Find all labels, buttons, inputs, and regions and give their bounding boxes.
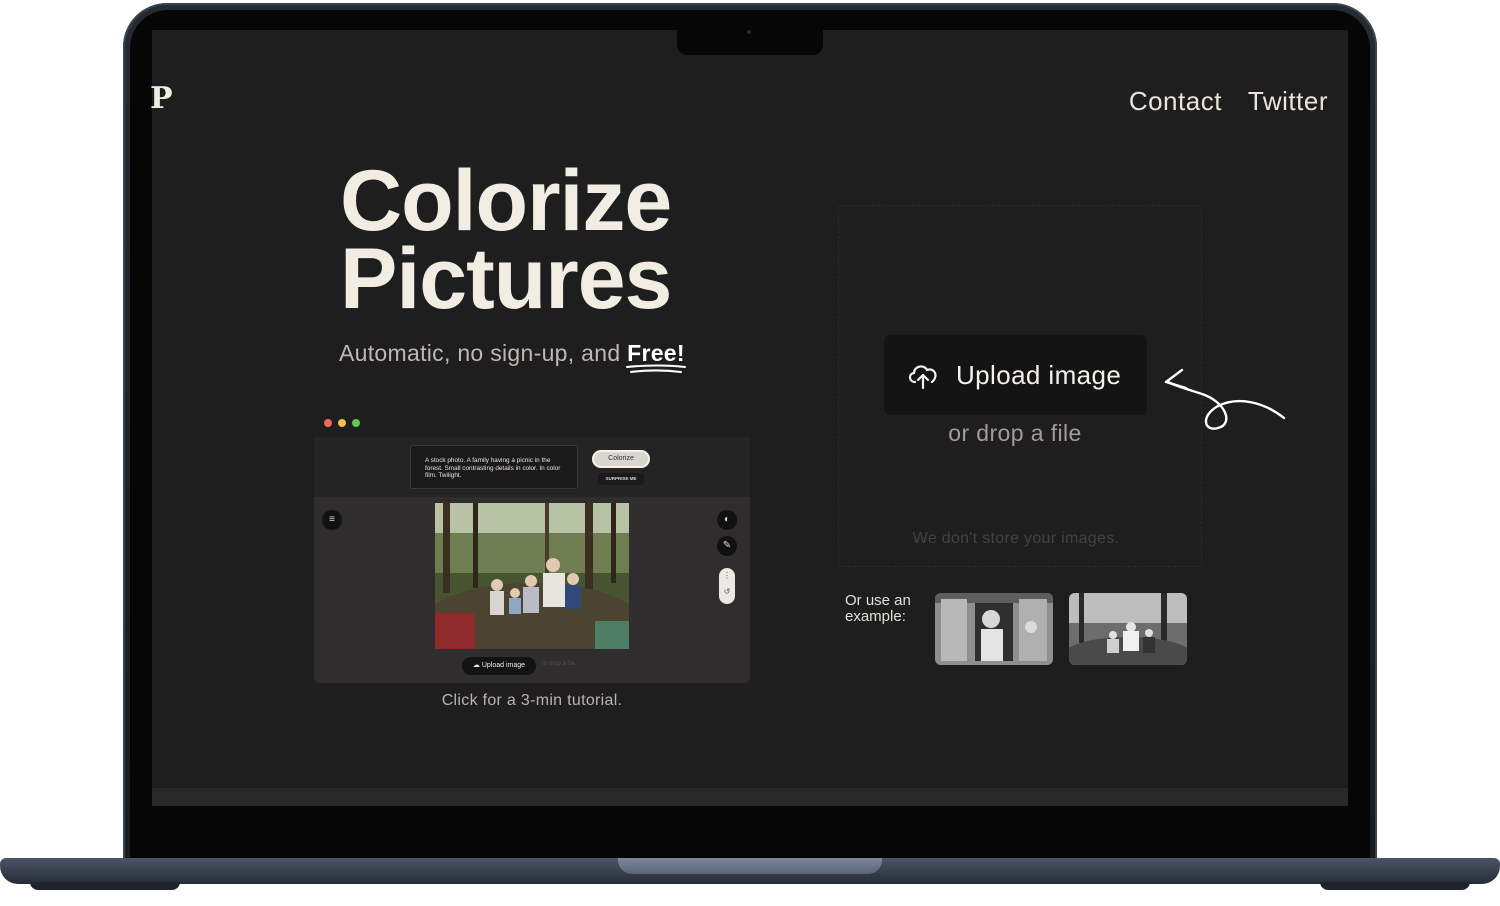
example-image-2-graphic xyxy=(1069,593,1187,665)
tutorial-drop-text: or drop a file xyxy=(542,661,576,667)
upload-image-button[interactable]: Upload image xyxy=(884,335,1147,415)
tutorial-caption[interactable]: Click for a 3-min tutorial. xyxy=(314,692,750,710)
palette-icon[interactable]: ◐ xyxy=(717,510,737,530)
laptop-foot-right xyxy=(1320,882,1470,890)
top-nav: Contact Twitter xyxy=(1129,86,1328,117)
tutorial-colorize-button[interactable]: Colorize xyxy=(592,450,650,468)
tutorial-prompt-box[interactable]: A stock photo. A family having a picnic … xyxy=(410,445,578,489)
screen-bottom-strip xyxy=(152,788,1348,806)
window-zoom-dot xyxy=(352,419,360,427)
undo-icon[interactable]: ⋮ ↺ xyxy=(719,568,735,604)
hero-title: Colorize Pictures xyxy=(340,153,760,327)
upload-image-label: Upload image xyxy=(956,359,1122,390)
hero-title-line-2: Pictures xyxy=(340,231,672,327)
tutorial-surprise-button[interactable]: SURPRISE ME xyxy=(598,473,644,485)
menu-icon[interactable]: ≡ xyxy=(322,510,342,530)
camera-icon xyxy=(747,30,751,34)
picnic-photo-image xyxy=(435,503,629,649)
hero-subtitle-free: Free! xyxy=(626,340,687,373)
example-image-1-graphic xyxy=(935,593,1053,665)
cloud-upload-icon xyxy=(908,365,937,390)
window-close-dot xyxy=(324,419,332,427)
nav-contact-link[interactable]: Contact xyxy=(1129,86,1222,117)
pencil-icon[interactable]: ✎ xyxy=(717,536,737,556)
hero-subtitle-text: Automatic, no sign-up, and xyxy=(339,340,628,366)
scribble-underline-icon xyxy=(626,364,687,373)
laptop-foot-left xyxy=(30,882,180,890)
laptop-hinge-groove xyxy=(618,858,882,874)
hero-subtitle: Automatic, no sign-up, and Free! xyxy=(339,340,687,373)
examples-label: Or use an example: xyxy=(845,592,911,625)
nav-twitter-link[interactable]: Twitter xyxy=(1248,86,1328,117)
window-minimize-dot xyxy=(338,419,346,427)
example-image-1[interactable] xyxy=(935,593,1053,665)
tutorial-photo[interactable] xyxy=(435,503,629,649)
example-image-2[interactable] xyxy=(1069,593,1187,665)
drop-file-text: or drop a file xyxy=(948,420,1082,446)
tutorial-upload-label: Upload image xyxy=(481,662,526,669)
window-controls xyxy=(324,419,360,427)
hero-title-line-1: Colorize xyxy=(340,153,672,249)
hand-drawn-arrow-icon xyxy=(1164,368,1286,430)
privacy-note: We don't store your images. xyxy=(912,530,1120,547)
tutorial-upload-button[interactable]: ☁ Upload image xyxy=(462,657,536,675)
site-logo[interactable]: P xyxy=(150,84,180,116)
